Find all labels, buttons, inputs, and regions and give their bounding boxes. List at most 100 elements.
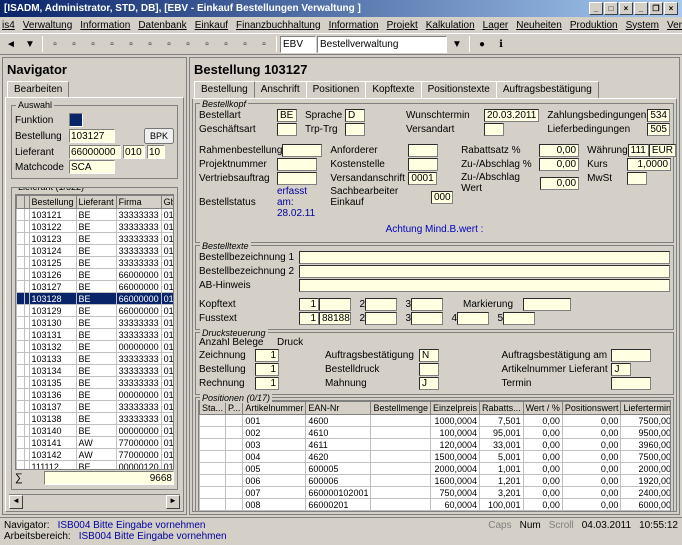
col-header[interactable]: Firma: [116, 196, 161, 209]
col-header[interactable]: Bestellmenge: [371, 402, 431, 415]
abhinweis-field[interactable]: [299, 279, 670, 292]
tb-undo-icon[interactable]: ▫: [198, 35, 216, 53]
tb-paste-icon[interactable]: ▫: [179, 35, 197, 53]
table-row[interactable]: 103141AW7700000001010249: [17, 437, 175, 449]
col-header[interactable]: P...: [226, 402, 243, 415]
col-header[interactable]: Wert / %: [523, 402, 562, 415]
combo-dropdown-icon[interactable]: ▼: [448, 35, 466, 53]
menu-projekt[interactable]: Projekt: [387, 20, 418, 31]
table-row[interactable]: 00146001000,00047,5010,000,007500,0020.0…: [200, 415, 672, 427]
tab-bestellung[interactable]: Bestellung: [194, 81, 255, 98]
col-header[interactable]: Gb: [161, 196, 174, 209]
lieferant-gb-input[interactable]: [147, 145, 165, 159]
table-row[interactable]: 103130BE3333333301010687: [17, 317, 175, 329]
menu-system[interactable]: System: [626, 20, 659, 31]
close-child-button[interactable]: ×: [664, 2, 678, 15]
bestellart-field[interactable]: BE: [277, 109, 297, 122]
col-header[interactable]: Artikelnummer: [243, 402, 306, 415]
kopftext1-field[interactable]: 1: [299, 298, 319, 311]
tab-positionen[interactable]: Positionen: [306, 81, 367, 98]
menu-datenbank[interactable]: Datenbank: [138, 20, 186, 31]
menu-information[interactable]: Information: [80, 20, 130, 31]
table-row[interactable]: 103136BE0000000001010575: [17, 389, 175, 401]
kosten-field[interactable]: [408, 158, 438, 171]
mahnung-field[interactable]: J: [419, 377, 439, 390]
table-row[interactable]: 103132BE0000000001010695: [17, 341, 175, 353]
col-header[interactable]: Rabatts...: [480, 402, 524, 415]
positionen-grid[interactable]: Sta...P...ArtikelnummerEAN-NrBestellmeng…: [198, 400, 671, 512]
tb-help-icon[interactable]: ▫: [255, 35, 273, 53]
funktion-input[interactable]: [69, 113, 83, 127]
tb-new-icon[interactable]: ▫: [46, 35, 64, 53]
tb-print-icon[interactable]: ▫: [103, 35, 121, 53]
bezeichnung1-field[interactable]: [299, 251, 670, 264]
bestellung-druck-field[interactable]: 1: [255, 363, 279, 376]
table-row[interactable]: .111112BE0000012001010225: [17, 461, 175, 471]
table-row[interactable]: 103142AW7700000001010: [17, 449, 175, 461]
versandart-field[interactable]: [484, 123, 504, 136]
table-row[interactable]: 103122BE3333333301010: [17, 221, 175, 233]
menu-lager[interactable]: Lager: [483, 20, 509, 31]
table-row[interactable]: 009660002022400,00040,2510,000,00600,002…: [200, 511, 672, 513]
tb-cut-icon[interactable]: ▫: [141, 35, 159, 53]
col-header[interactable]: Liefertermin: [621, 402, 671, 415]
tb-redo-icon[interactable]: ▫: [217, 35, 235, 53]
maximize-button[interactable]: □: [604, 2, 618, 15]
tb-back-icon[interactable]: ◄: [2, 35, 20, 53]
table-row[interactable]: 007660000102001750,00043,2010,000,002400…: [200, 487, 672, 499]
mwst-field[interactable]: [627, 172, 647, 185]
versandan-field[interactable]: 0001: [408, 172, 436, 185]
table-row[interactable]: 103126BE6600000001010575: [17, 269, 175, 281]
matchcode-input[interactable]: [69, 160, 115, 174]
tb-go-icon[interactable]: ●: [473, 35, 491, 53]
menu-kalkulation[interactable]: Kalkulation: [426, 20, 475, 31]
tab-positionstexte[interactable]: Positionstexte: [421, 81, 497, 98]
table-row[interactable]: 103140BE0000000001010: [17, 425, 175, 437]
table-row[interactable]: 103134BE3333333301010: [17, 365, 175, 377]
artl-field[interactable]: J: [611, 363, 631, 376]
table-row[interactable]: 103129BE6600000001010687: [17, 305, 175, 317]
vertrieb-field[interactable]: [277, 172, 317, 185]
close-button[interactable]: ×: [619, 2, 633, 15]
markierung-field[interactable]: [523, 298, 571, 311]
rabatt-field[interactable]: 0,00: [539, 144, 579, 157]
termin-field[interactable]: [611, 377, 651, 390]
tb-preview-icon[interactable]: ▫: [122, 35, 140, 53]
table-row[interactable]: 0034611120,000433,0010,000,003960,0020.0…: [200, 439, 672, 451]
col-header[interactable]: Positionswert: [562, 402, 621, 415]
kurs-field[interactable]: 1,0000: [627, 158, 671, 171]
lieferant-grid[interactable]: BestellungLieferantFirmaGbBestell103121B…: [15, 194, 174, 470]
trp-field[interactable]: [345, 123, 365, 136]
minimize-child-button[interactable]: _: [634, 2, 648, 15]
minimize-button[interactable]: _: [589, 2, 603, 15]
table-row[interactable]: 103135BE3333333301010701: [17, 377, 175, 389]
liefer-field[interactable]: 505: [647, 123, 670, 136]
rahmen-field[interactable]: [282, 144, 322, 157]
col-header[interactable]: EAN-Nr: [306, 402, 371, 415]
col-header[interactable]: Bestellung: [29, 196, 76, 209]
fusstext1-field[interactable]: 1: [299, 312, 319, 325]
zuab-field[interactable]: 0,00: [539, 158, 579, 171]
col-header[interactable]: [17, 196, 25, 209]
function-combo[interactable]: [317, 36, 447, 53]
bezeichnung2-field[interactable]: [299, 265, 670, 278]
tab-auftragsbestätigung[interactable]: Auftragsbestätigung: [496, 81, 599, 98]
col-header[interactable]: Lieferant: [76, 196, 116, 209]
zuabw-field[interactable]: 0,00: [540, 177, 579, 190]
zeichnung-field[interactable]: 1: [255, 349, 279, 362]
anforderer-field[interactable]: [408, 144, 438, 157]
col-header[interactable]: Sta...: [200, 402, 226, 415]
table-row[interactable]: 103133BE33333333010101132: [17, 353, 175, 365]
module-combo[interactable]: [280, 36, 316, 53]
table-row[interactable]: 0024610100,000495,0010,000,009500,0020.0…: [200, 427, 672, 439]
zahlung-field[interactable]: 534: [647, 109, 670, 122]
tab-kopftexte[interactable]: Kopftexte: [365, 81, 421, 98]
menu-produktion[interactable]: Produktion: [570, 20, 618, 31]
bpk-button[interactable]: BPK: [144, 128, 174, 144]
menu-verwaltung[interactable]: Verwaltung: [23, 20, 72, 31]
table-row[interactable]: 103125BE3333333301010687: [17, 257, 175, 269]
tab-anschrift[interactable]: Anschrift: [254, 81, 307, 98]
restore-child-button[interactable]: ❐: [649, 2, 663, 15]
sprache-field[interactable]: D: [345, 109, 365, 122]
tb-open-icon[interactable]: ▫: [65, 35, 83, 53]
